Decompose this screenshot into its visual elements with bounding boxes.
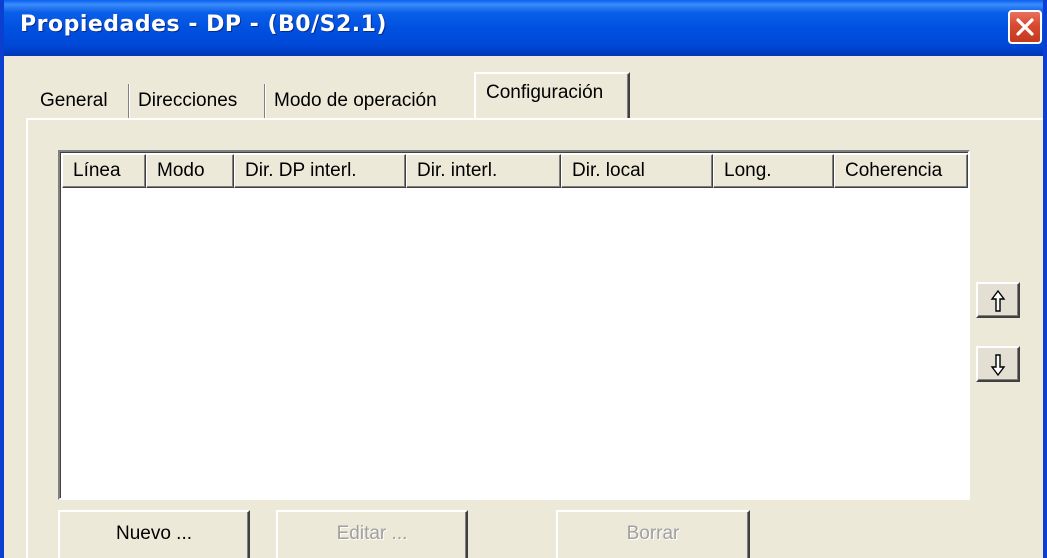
tab-direcciones-label: Direcciones [138,90,238,111]
delete-button[interactable]: Borrar [556,510,750,558]
window-title: Propiedades - DP - (B0/S2.1) [20,12,387,37]
close-button[interactable] [1008,10,1042,44]
close-icon [1016,18,1034,36]
properties-dialog: Propiedades - DP - (B0/S2.1) General Dir… [0,0,1047,558]
edit-button[interactable]: Editar ... [276,510,468,558]
tab-general[interactable]: General [34,84,130,118]
title-bar[interactable]: Propiedades - DP - (B0/S2.1) [4,0,1043,56]
move-down-button[interactable] [976,346,1020,382]
column-header-dir-local[interactable]: Dir. local [561,154,713,188]
tab-modo-de-operacion[interactable]: Modo de operación [268,84,473,118]
column-header-label: Línea [73,160,121,181]
new-button[interactable]: Nuevo ... [58,510,250,558]
column-header-label: Long. [724,160,772,181]
connections-list[interactable]: Línea Modo Dir. DP interl. Dir. interl. … [58,150,970,500]
column-header-long[interactable]: Long. [713,154,834,188]
column-header-label: Modo [157,160,205,181]
tab-direcciones[interactable]: Direcciones [132,84,264,118]
column-header-dir-interl[interactable]: Dir. interl. [406,154,561,188]
column-header-linea[interactable]: Línea [62,154,146,188]
tab-configuracion[interactable]: Configuración [474,72,630,120]
arrow-down-icon [990,354,1006,377]
list-header: Línea Modo Dir. DP interl. Dir. interl. … [62,154,968,188]
column-header-dir-dp-interl[interactable]: Dir. DP interl. [234,154,406,188]
tab-modo-de-operacion-label: Modo de operación [274,90,437,111]
column-header-label: Dir. interl. [417,160,498,181]
column-header-modo[interactable]: Modo [146,154,234,188]
tab-divider [264,84,265,118]
column-header-label: Coherencia [845,160,943,181]
arrow-up-icon [990,289,1006,312]
move-up-button[interactable] [976,282,1020,318]
tab-divider [128,84,129,118]
column-header-label: Dir. local [572,160,645,181]
tab-general-label: General [40,90,108,111]
tab-configuracion-label: Configuración [486,82,604,103]
column-header-coherencia[interactable]: Coherencia [834,154,968,188]
column-header-label: Dir. DP interl. [245,160,357,181]
